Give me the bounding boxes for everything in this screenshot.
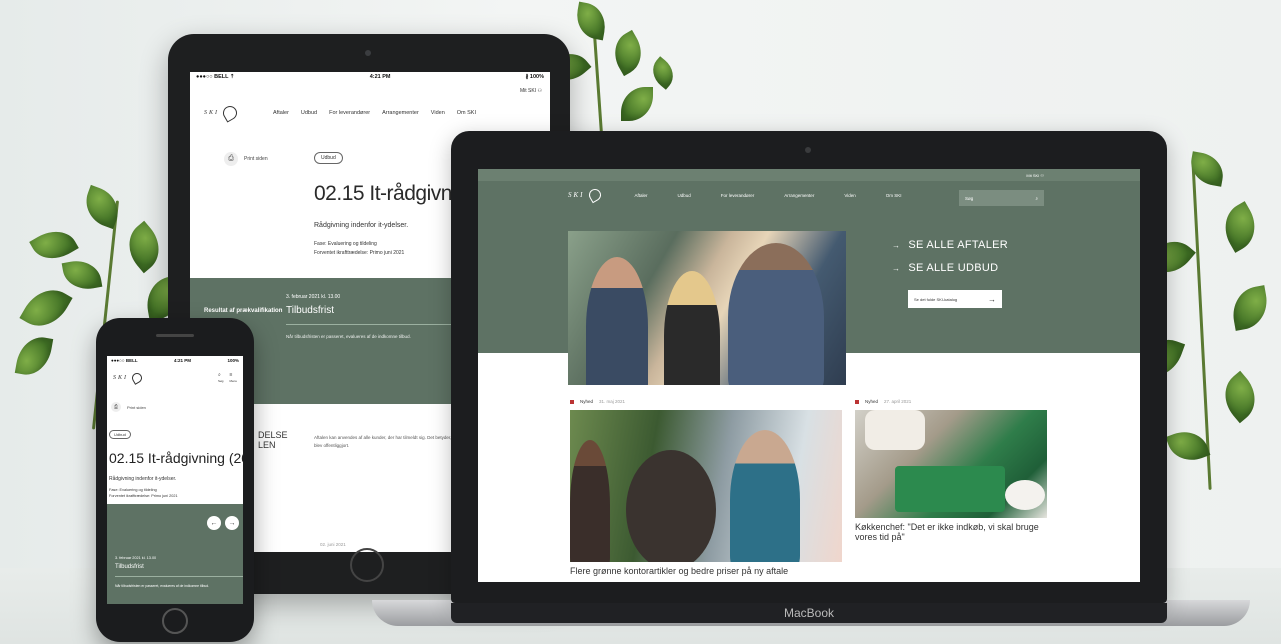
nav-udbud[interactable]: Udbud [301,110,317,116]
tender-meta: Fase: Evaluering og tildeling Forventet … [314,240,404,258]
ski-logo[interactable]: SKI [204,103,240,123]
news-title[interactable]: Køkkenchef: "Det er ikke indkøb, vi skal… [855,522,1047,542]
laptop-camera [805,147,811,153]
tablet-home-button [350,548,384,582]
nav-aftaler[interactable]: Aftaler [635,193,648,198]
page-title: 02.15 It-rådgivning (2021) [109,450,243,466]
news-image [855,410,1047,518]
meta-date: Forventet ikrafttrædelse: Primo juni 202… [314,250,405,256]
cta-see-all-tenders[interactable]: → SE ALLE UDBUD [892,262,998,274]
laptop-screen: Mit SKI ⚇ SKI Aftaler Udbud For leverand… [478,169,1140,582]
news-bullet-icon [855,399,859,404]
phone-speaker [156,334,194,337]
cta-see-all-agreements[interactable]: → SE ALLE AFTALER [892,239,1008,251]
hero-photo [568,231,846,385]
meta-phase: Fase: Evaluering og tildeling [314,241,377,247]
print-page-button[interactable]: ⎙ Print siden [224,152,268,166]
search-input[interactable]: Søg ⌕ [959,190,1044,206]
printer-icon: ⎙ [111,402,121,412]
timeline-line [115,576,243,577]
user-icon: ⚇ [1040,172,1044,178]
event-description: Når tilbudsfristen er passeret, evaluere… [286,334,411,339]
next-arrow-icon[interactable]: → [225,516,239,530]
catalog-button[interactable]: Se det fulde SKI-katalog → [908,290,1002,308]
tablet-camera [365,50,371,56]
event-title: Tilbudsfrist [115,564,144,570]
news-tag: Nyhed [580,399,594,404]
timeline-label: Resultat af prækvalifikation [204,308,283,314]
ski-logo[interactable]: SKI [113,371,144,385]
page-subtitle: Rådgivning indenfor it-ydelser. [109,476,177,482]
news-date: 31. maj 2021 [599,399,626,404]
search-icon: ⌕ [217,372,221,378]
status-carrier: ●●●○○ BELL ⇡ [196,74,235,80]
user-icon: ⚇ [537,88,542,94]
tablet-status-bar: ●●●○○ BELL ⇡ 4:21 PM ∦ 100% [190,72,550,82]
status-battery: ∦ 100% [525,74,544,80]
news-tag: Nyhed [865,399,879,404]
nav-om-ski[interactable]: Om SKI [886,193,902,198]
meta-date: Forventet ikrafttrædelse: Primo juni 202… [109,494,178,498]
print-label: Print siden [244,156,268,162]
arrow-right-icon: → [892,264,901,273]
timeline-band: ← → 3. februar 2021 kl. 13.00 Tilbudsfri… [107,504,243,604]
arrow-right-icon: → [892,241,901,250]
news-card[interactable]: Nyhed 27. april 2021 Køkkenchef: "Det er … [855,399,1047,542]
phone-screen: ●●●○○ BELL 4:21 PM 100% SKI ⌕ Søg ≡ Menu ⎙… [107,356,243,604]
event-title: Tilbudsfrist [286,305,334,316]
nav-leverandoerer[interactable]: For leverandører [329,110,370,116]
arrow-right-icon: → [988,294,996,304]
phone-device: ●●●○○ BELL 4:21 PM 100% SKI ⌕ Søg ≡ Menu ⎙… [96,318,254,642]
laptop-brand-label: MacBook [451,603,1167,623]
ski-logo[interactable]: SKI [568,186,603,204]
tablet-nav: SKI Aftaler Udbud For leverandører Arran… [190,98,550,128]
status-time: 4:21 PM [174,358,192,363]
status-time: 4:21 PM [369,74,391,80]
news-card[interactable]: Nyhed 31. maj 2021 Flere grønne kontorart… [570,399,842,576]
lower-date: 02. juni 2021 [320,542,346,547]
phone-home-button [162,608,188,634]
nav-udbud[interactable]: Udbud [678,193,691,198]
print-page-button[interactable]: ⎙ Print siden [111,402,146,412]
status-battery: 100% [227,358,239,363]
event-date: 3. februar 2021 kl. 13.00 [115,556,157,560]
ski-logo-mark-icon [586,186,603,204]
nav-leverandoerer[interactable]: For leverandører [721,193,755,198]
news-title[interactable]: Flere grønne kontorartikler og bedre pri… [570,566,842,576]
phone-status-bar: ●●●○○ BELL 4:21 PM 100% [107,356,243,365]
news-bullet-icon [570,399,574,404]
printer-icon: ⎙ [224,152,238,166]
nav-viden[interactable]: Viden [844,193,855,198]
ski-logo-mark-icon [130,371,144,385]
prev-arrow-icon[interactable]: ← [207,516,221,530]
my-ski-link[interactable]: Mit SKI ⚇ [1026,173,1044,178]
nav-om-ski[interactable]: Om SKI [457,110,476,116]
menu-button[interactable]: ≡ Menu [229,372,237,384]
search-icon[interactable]: ⌕ [1035,196,1038,201]
menu-icon: ≡ [229,372,233,378]
page-subtitle: Rådgivning indenfor it-ydelser. [314,222,409,229]
event-description: Når tilbudsfristen er passeret, evaluere… [115,584,210,588]
nav-arrangementer[interactable]: Arrangementer [382,110,419,116]
nav-arrangementer[interactable]: Arrangementer [784,193,814,198]
search-button[interactable]: ⌕ Søg [218,372,224,384]
nav-viden[interactable]: Viden [431,110,445,116]
tender-meta: Fase: Evaluering og tildeling Forventet … [109,487,178,499]
my-ski-link[interactable]: Mit SKI ⚇ [520,88,542,94]
ski-logo-mark-icon [220,103,240,123]
category-tag[interactable]: Udbud [314,152,343,164]
news-image [570,410,842,562]
news-date: 27. april 2021 [884,399,912,404]
print-label: Print siden [127,404,146,410]
nav-aftaler[interactable]: Aftaler [273,110,289,116]
phone-nav: SKI ⌕ Søg ≡ Menu [107,367,243,389]
event-date: 3. februar 2021 kl. 13.00 [286,294,341,300]
laptop-device: Mit SKI ⚇ SKI Aftaler Udbud For leverand… [451,131,1167,603]
category-tag[interactable]: Udbud [109,430,131,439]
laptop-topbar: Mit SKI ⚇ [478,169,1140,181]
status-carrier: ●●●○○ BELL [111,358,138,363]
lower-heading: DELSE LEN [258,430,288,450]
